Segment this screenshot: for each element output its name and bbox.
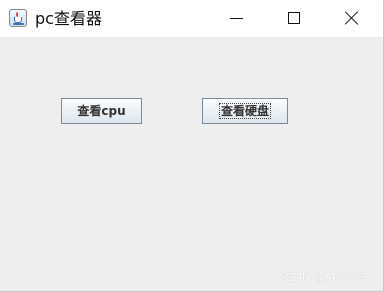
java-cup-icon[interactable] [9,9,27,27]
maximize-button[interactable] [266,0,322,37]
window-title: pc查看器 [35,9,102,28]
close-icon [345,11,359,25]
close-button[interactable] [324,0,380,37]
title-bar[interactable]: pc查看器 [0,0,384,37]
saucer-mark [13,23,24,25]
minimize-icon [230,18,243,19]
minimize-button[interactable] [208,0,264,37]
view-disk-button-label: 查看硬盘 [218,103,271,119]
view-cpu-button[interactable]: 查看cpu [61,98,142,124]
app-window: pc查看器 查看cpu 查看硬盘 CSDN @ABUCC7 [0,0,384,292]
view-disk-button[interactable]: 查看硬盘 [202,98,288,124]
maximize-icon [288,12,300,24]
watermark: CSDN @ABUCC7 [278,271,370,284]
content-panel: 查看cpu 查看硬盘 CSDN @ABUCC7 [0,37,384,292]
